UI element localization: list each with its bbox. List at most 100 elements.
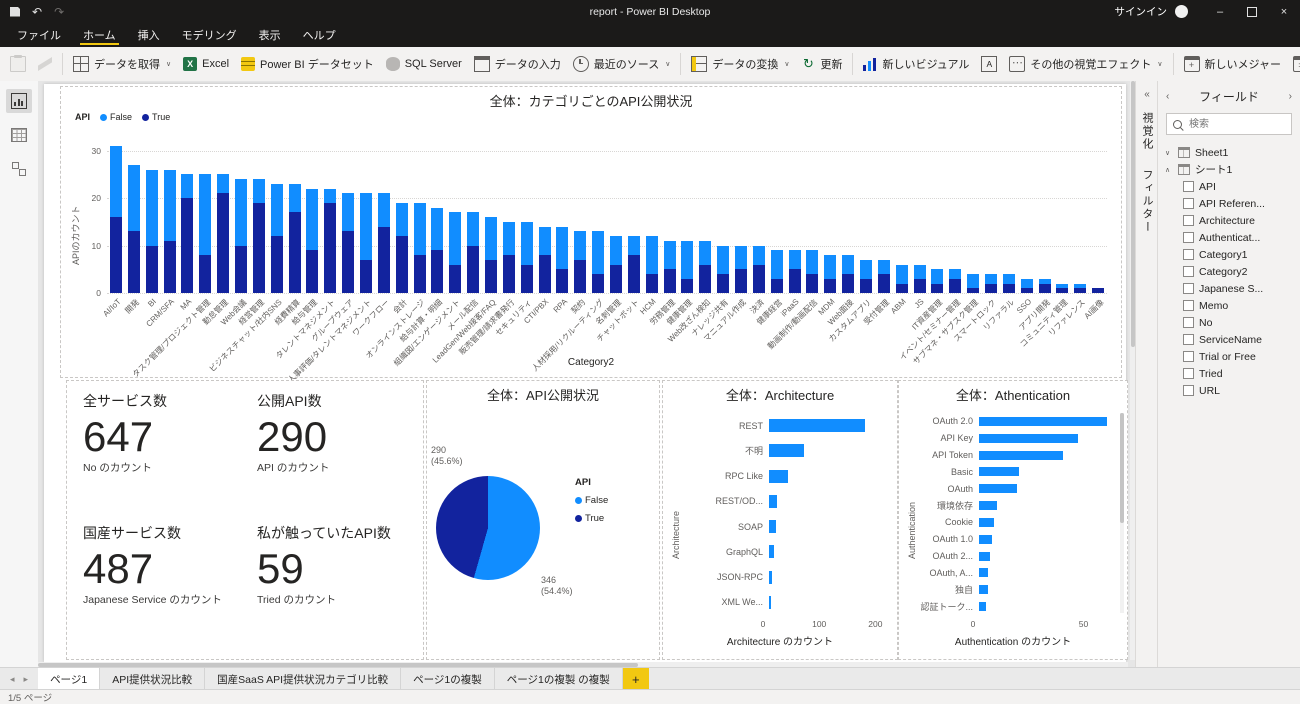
field-item[interactable]: Category1 (1158, 246, 1300, 263)
bar-row[interactable]: API Token (913, 447, 1113, 464)
card-total-services[interactable]: 全サービス数 647 No のカウント (83, 391, 253, 475)
stacked-bar[interactable] (485, 141, 497, 293)
pbi-dataset-button[interactable]: Power BI データセット (235, 52, 380, 76)
bar-row[interactable]: 認証トーク... (913, 598, 1113, 615)
stacked-bar[interactable] (1039, 141, 1051, 293)
card-public-api[interactable]: 公開API数 290 API のカウント (257, 391, 427, 475)
menu-tab-挿入[interactable]: 挿入 (127, 23, 171, 47)
new-visual-button[interactable]: 新しいビジュアル (857, 52, 975, 76)
stacked-bar[interactable] (914, 141, 926, 293)
get-data-button[interactable]: データを取得∨ (67, 52, 177, 76)
nav-data-view[interactable] (6, 123, 32, 147)
save-icon[interactable] (10, 7, 20, 17)
stacked-bar[interactable] (360, 141, 372, 293)
bar-row[interactable]: OAuth 2... (913, 548, 1113, 565)
page-tab[interactable]: API提供状況比較 (100, 668, 205, 690)
stacked-bar[interactable] (1092, 141, 1104, 293)
field-checkbox[interactable] (1183, 300, 1194, 311)
stacked-bar[interactable] (699, 141, 711, 293)
excel-button[interactable]: Excel (177, 53, 235, 75)
field-item[interactable]: Japanese S... (1158, 280, 1300, 297)
bar-row[interactable]: XML We... (677, 590, 883, 615)
stacked-bar[interactable] (181, 141, 193, 293)
nav-report-view[interactable] (6, 89, 32, 113)
stacked-bar[interactable] (235, 141, 247, 293)
refresh-button[interactable]: 更新 (795, 52, 848, 76)
field-item[interactable]: Memo (1158, 297, 1300, 314)
stacked-bar[interactable] (806, 141, 818, 293)
field-item[interactable]: API Referen... (1158, 195, 1300, 212)
search-input[interactable] (1187, 118, 1285, 131)
stacked-bar[interactable] (878, 141, 890, 293)
pie[interactable] (436, 476, 540, 580)
avatar[interactable] (1175, 5, 1188, 18)
bar-row[interactable]: OAuth 2.0 (913, 413, 1113, 430)
bar-row[interactable]: REST (677, 413, 883, 438)
stacked-bar[interactable] (1021, 141, 1033, 293)
bar-row[interactable]: OAuth 1.0 (913, 531, 1113, 548)
expand-panes-icon[interactable]: « (1144, 89, 1150, 100)
stacked-bar[interactable] (1003, 141, 1015, 293)
field-item[interactable]: Architecture (1158, 212, 1300, 229)
chevron-down-icon[interactable]: ∨ (1165, 149, 1173, 157)
stacked-bar[interactable] (824, 141, 836, 293)
stacked-bar[interactable] (896, 141, 908, 293)
field-item[interactable]: Authenticat... (1158, 229, 1300, 246)
stacked-bar[interactable] (378, 141, 390, 293)
sql-server-button[interactable]: SQL Server (380, 53, 468, 75)
legend-item[interactable]: True (575, 513, 608, 524)
stacked-bar[interactable] (306, 141, 318, 293)
visual-kpi-cards[interactable]: 全サービス数 647 No のカウント 公開API数 290 API のカウント… (66, 380, 424, 660)
stacked-bar[interactable] (396, 141, 408, 293)
field-checkbox[interactable] (1183, 283, 1194, 294)
page-tab[interactable]: ページ1の複製 の複製 (495, 668, 623, 690)
stacked-bar[interactable] (503, 141, 515, 293)
stacked-bar[interactable] (289, 141, 301, 293)
stacked-bar[interactable] (735, 141, 747, 293)
visual-architecture-chart[interactable]: 全体：Architecture Architecture REST不明RPC L… (662, 380, 898, 660)
card-tried-api[interactable]: 私が触っていたAPI数 59 Tried のカウント (257, 523, 427, 607)
bar-row[interactable]: API Key (913, 430, 1113, 447)
more-visuals-button[interactable]: その他の視覚エフェクト∨ (1003, 52, 1168, 76)
field-item[interactable]: Trial or Free (1158, 348, 1300, 365)
menu-tab-ヘルプ[interactable]: ヘルプ (292, 23, 347, 47)
stacked-bar[interactable] (539, 141, 551, 293)
visual-category-api-chart[interactable]: 全体：カテゴリごとのAPI公開状況 API FalseTrue APIのカウント… (60, 86, 1122, 378)
report-page[interactable]: 全体：カテゴリごとのAPI公開状況 API FalseTrue APIのカウント… (44, 84, 1126, 662)
bar-row[interactable]: OAuth (913, 480, 1113, 497)
bar-row[interactable]: OAuth, A... (913, 565, 1113, 582)
visual-api-pie-chart[interactable]: 全体：API公開状況 API FalseTrue 290(45.6%)346(5… (426, 380, 660, 660)
add-page-button[interactable]: + (623, 668, 649, 690)
new-measure-button[interactable]: 新しいメジャー (1178, 52, 1287, 76)
stacked-bar[interactable] (1074, 141, 1086, 293)
stacked-bar[interactable] (146, 141, 158, 293)
legend-item[interactable]: True (142, 112, 170, 122)
stacked-bar[interactable] (789, 141, 801, 293)
stacked-bar[interactable] (646, 141, 658, 293)
signin-button[interactable]: サインイン (1115, 4, 1168, 19)
field-item[interactable]: ServiceName (1158, 331, 1300, 348)
page-tab[interactable]: ページ1 (38, 668, 100, 690)
chevron-up-icon[interactable]: ∧ (1165, 166, 1173, 174)
menu-tab-ファイル[interactable]: ファイル (6, 23, 72, 47)
stacked-bar[interactable] (217, 141, 229, 293)
field-item[interactable]: API (1158, 178, 1300, 195)
field-checkbox[interactable] (1183, 215, 1194, 226)
recent-sources-button[interactable]: 最近のソース∨ (567, 52, 677, 76)
field-item[interactable]: No (1158, 314, 1300, 331)
field-checkbox[interactable] (1183, 198, 1194, 209)
next-page-icon[interactable]: ▸ (24, 674, 29, 685)
stacked-bar[interactable] (664, 141, 676, 293)
field-checkbox[interactable] (1183, 385, 1194, 396)
stacked-bar[interactable] (342, 141, 354, 293)
bar-row[interactable]: 不明 (677, 438, 883, 463)
bar-row[interactable]: RPC Like (677, 464, 883, 489)
fields-table-シート1[interactable]: ∧シート1 (1158, 161, 1300, 178)
page-tab[interactable]: ページ1の複製 (401, 668, 495, 690)
field-item[interactable]: URL (1158, 382, 1300, 399)
bar-row[interactable]: GraphQL (677, 539, 883, 564)
stacked-bar[interactable] (574, 141, 586, 293)
restore-button[interactable] (1236, 0, 1268, 23)
field-checkbox[interactable] (1183, 181, 1194, 192)
text-box-button[interactable] (975, 52, 1003, 76)
